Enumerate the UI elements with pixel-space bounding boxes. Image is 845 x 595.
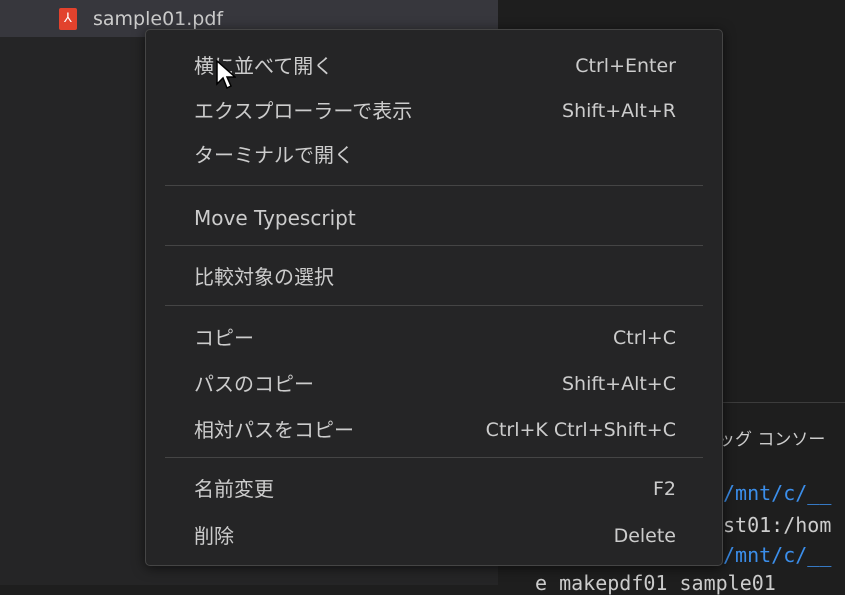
mouse-pointer-icon (216, 60, 236, 90)
menu-item-copy[interactable]: コピー Ctrl+C (146, 318, 722, 358)
menu-item-label: 名前変更 (194, 477, 274, 501)
context-menu: 横に並べて開く Ctrl+Enter エクスプローラーで表示 Shift+Alt… (145, 29, 723, 566)
menu-item-shortcut: Shift+Alt+R (562, 100, 676, 122)
menu-item-label: エクスプローラーで表示 (194, 99, 413, 123)
terminal-line: /mnt/c/__ (723, 481, 832, 505)
menu-item-label: コピー (194, 326, 254, 350)
menu-item-select-for-compare[interactable]: 比較対象の選択 (146, 257, 722, 297)
terminal-line: st01:/hom (723, 513, 832, 537)
menu-separator (165, 457, 703, 458)
menu-separator (165, 305, 703, 306)
menu-item-label: 比較対象の選択 (194, 265, 334, 289)
menu-item-label: 削除 (194, 524, 234, 548)
menu-item-shortcut: F2 (652, 478, 676, 500)
tab-debug-console[interactable]: ッグ コンソー (718, 425, 825, 450)
menu-item-label: Move Typescript (194, 206, 356, 230)
menu-item-copy-path[interactable]: パスのコピー Shift+Alt+C (146, 364, 722, 404)
menu-item-shortcut: Delete (613, 525, 676, 547)
menu-item-shortcut: Ctrl+Enter (575, 55, 676, 77)
menu-item-reveal-in-explorer[interactable]: エクスプローラーで表示 Shift+Alt+R (146, 91, 722, 131)
menu-item-delete[interactable]: 削除 Delete (146, 516, 722, 556)
menu-item-label: パスのコピー (194, 372, 314, 396)
menu-separator (165, 245, 703, 246)
menu-item-label: 横に並べて開く (194, 54, 334, 78)
menu-item-rename[interactable]: 名前変更 F2 (146, 469, 722, 509)
menu-item-shortcut: Ctrl+C (613, 327, 676, 349)
pdf-icon: ⅄ (59, 8, 77, 30)
menu-item-label: ターミナルで開く (194, 143, 354, 167)
menu-item-move-typescript[interactable]: Move Typescript (146, 198, 722, 238)
menu-separator (165, 185, 703, 186)
menu-item-label: 相対パスをコピー (194, 418, 354, 442)
menu-item-open-in-terminal[interactable]: ターミナルで開く (146, 135, 722, 175)
terminal-line: /mnt/c/__ (723, 543, 832, 567)
menu-item-copy-relative-path[interactable]: 相対パスをコピー Ctrl+K Ctrl+Shift+C (146, 410, 722, 450)
menu-item-shortcut: Ctrl+K Ctrl+Shift+C (485, 419, 676, 441)
terminal-line: e makepdf01 sample01 (535, 571, 776, 595)
menu-item-shortcut: Shift+Alt+C (561, 373, 676, 395)
